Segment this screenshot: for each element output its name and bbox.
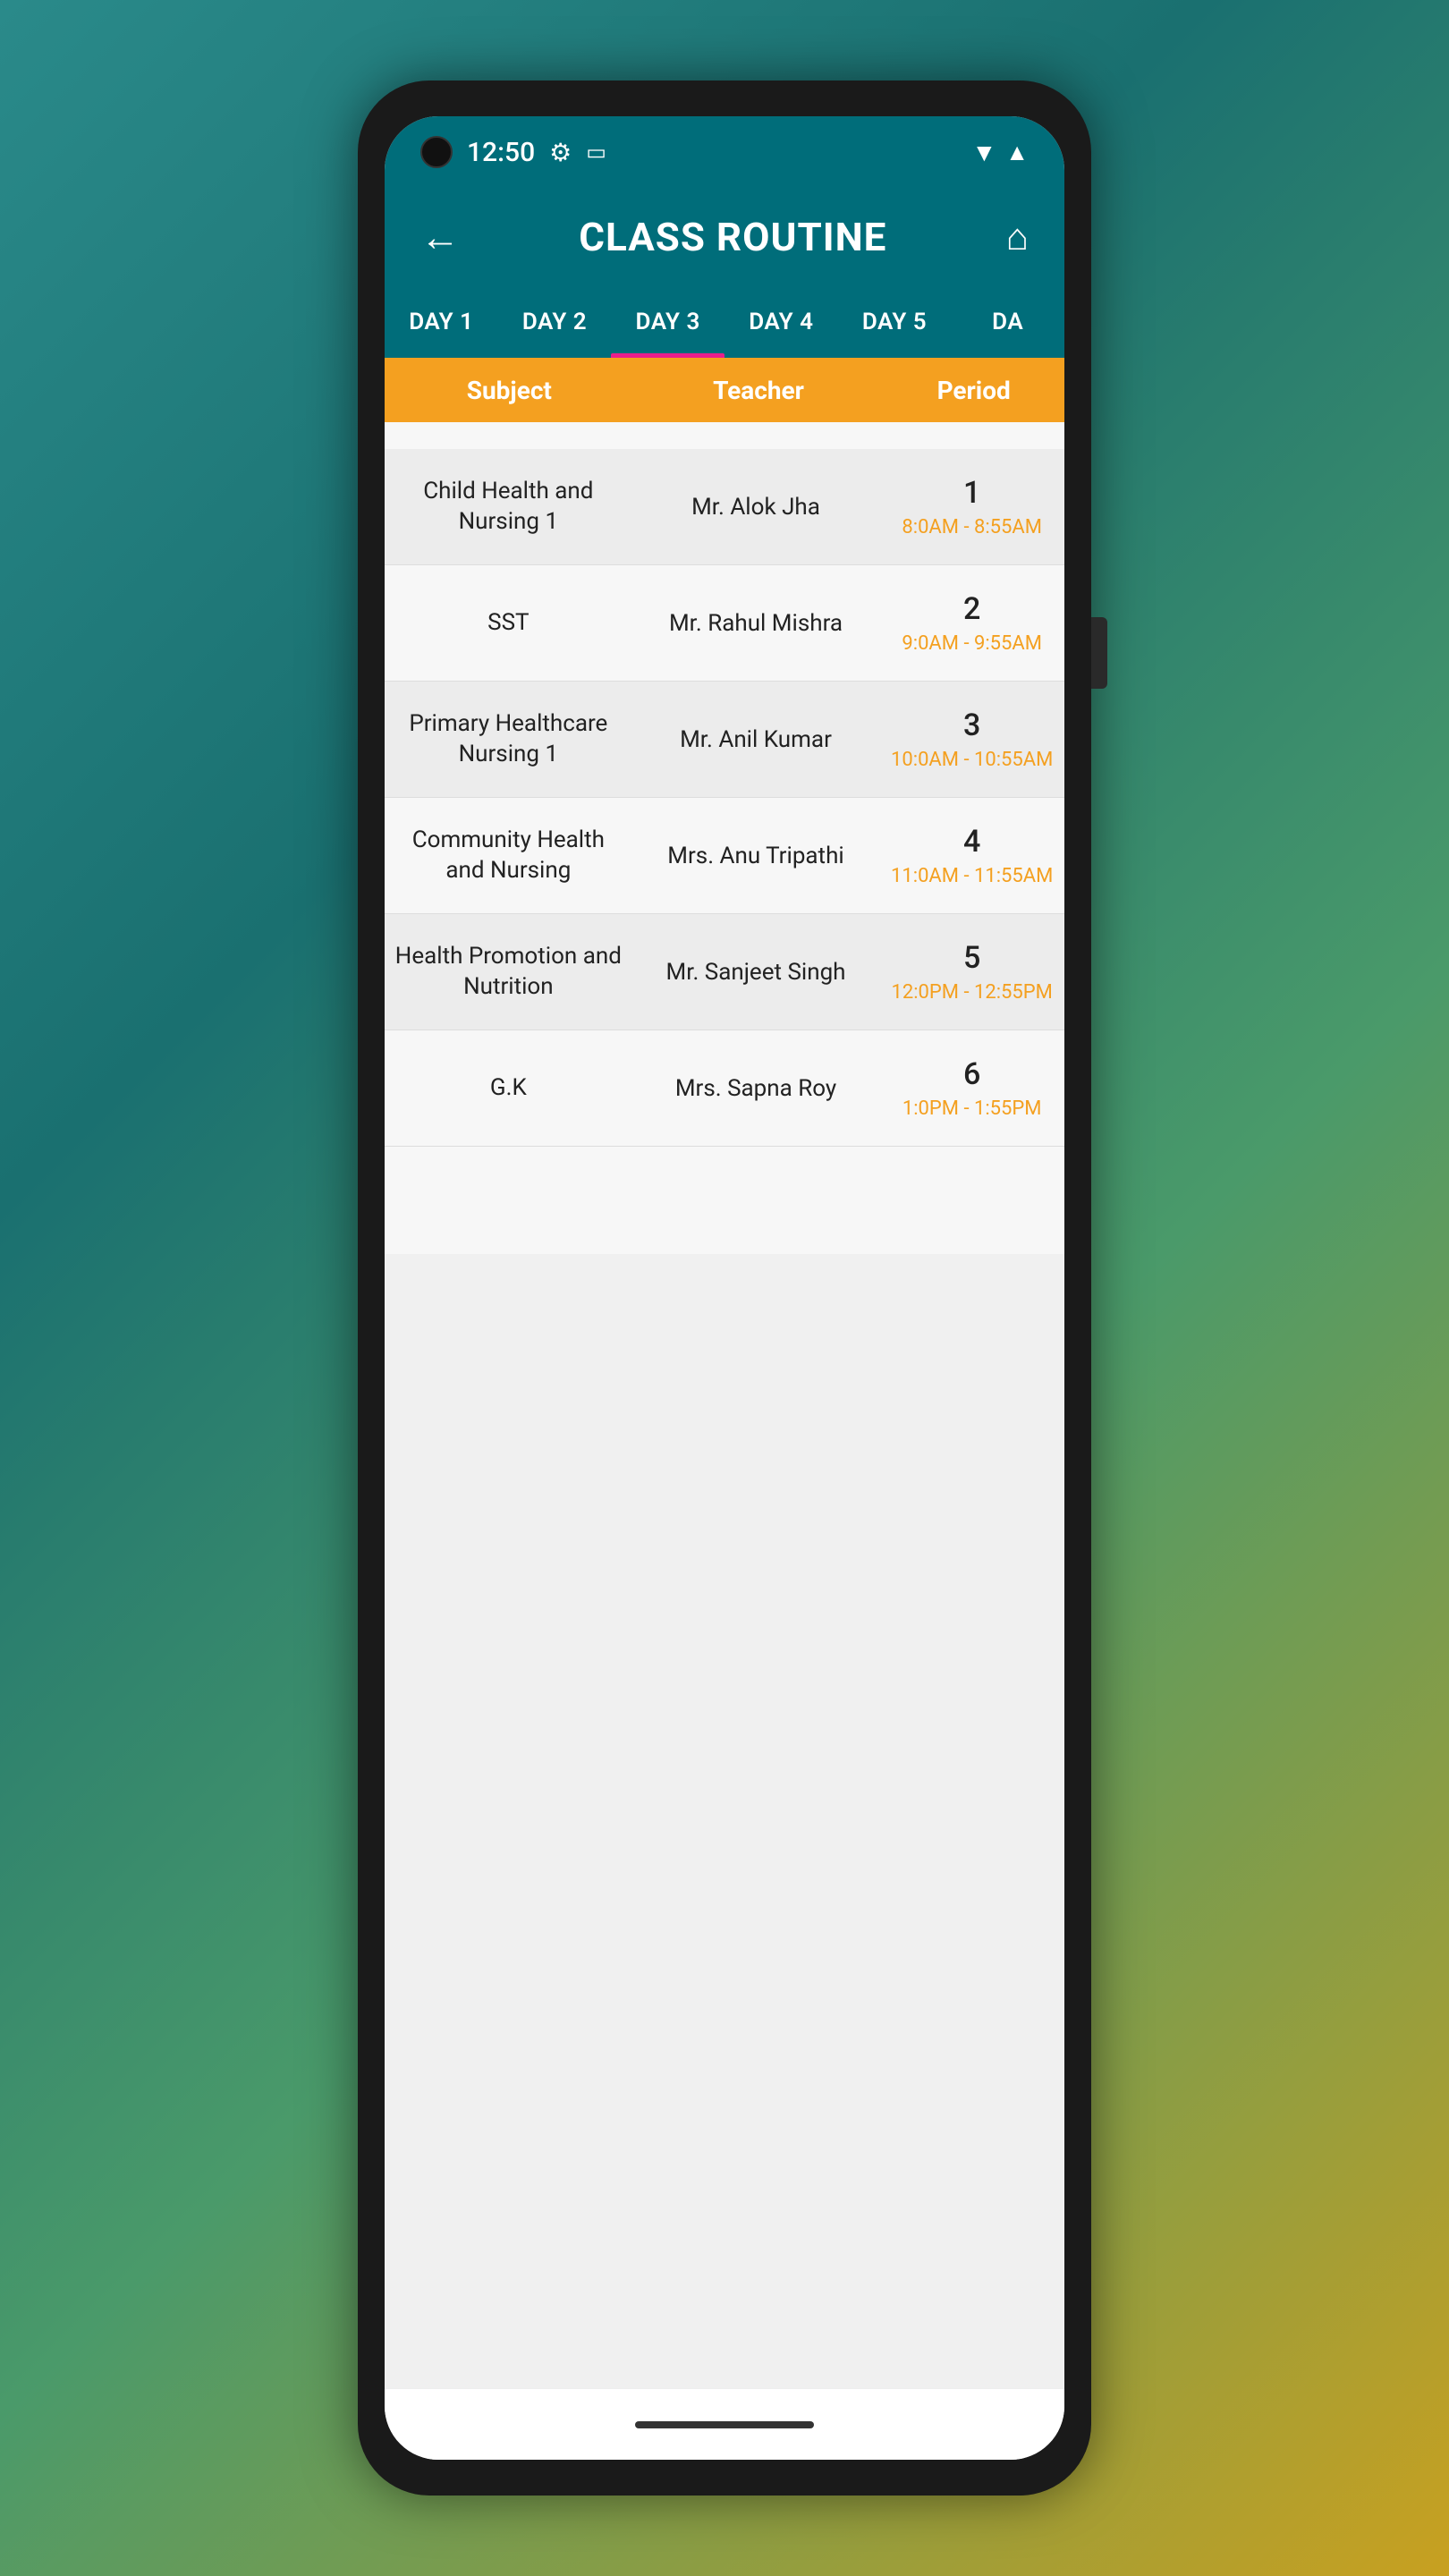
app-header: ← CLASS ROUTINE ⌂ — [385, 188, 1064, 286]
cell-period-2: 2 9:0AM - 9:55AM — [879, 565, 1064, 681]
table-row: SST Mr. Rahul Mishra 2 9:0AM - 9:55AM — [385, 565, 1064, 682]
period-time-6: 1:0PM - 1:55PM — [902, 1097, 1042, 1120]
bottom-spacer — [385, 1147, 1064, 1254]
cell-period-1: 1 8:0AM - 8:55AM — [879, 449, 1064, 564]
page-title: CLASS ROUTINE — [579, 214, 886, 260]
cell-period-3: 3 10:0AM - 10:55AM — [879, 682, 1064, 797]
status-left: 12:50 ⚙ ▭ — [420, 136, 606, 168]
status-time: 12:50 — [467, 137, 535, 168]
phone-screen: 12:50 ⚙ ▭ ▼ ▲ ← CLASS ROUTINE ⌂ DAY 1 DA… — [385, 116, 1064, 2460]
sd-card-icon: ▭ — [586, 140, 606, 165]
period-number-2: 2 — [963, 591, 980, 627]
period-time-2: 9:0AM - 9:55AM — [902, 632, 1042, 655]
period-number-5: 5 — [963, 940, 980, 976]
cell-subject-5: Health Promotion and Nutrition — [385, 914, 632, 1030]
tab-day3[interactable]: DAY 3 — [611, 286, 724, 358]
tab-day4[interactable]: DAY 4 — [724, 286, 838, 358]
wifi-icon: ▼ — [972, 138, 997, 167]
table-row: Primary Healthcare Nursing 1 Mr. Anil Ku… — [385, 682, 1064, 798]
cell-teacher-2: Mr. Rahul Mishra — [632, 565, 880, 681]
bottom-bar — [385, 2388, 1064, 2460]
cell-subject-4: Community Health and Nursing — [385, 798, 632, 913]
period-number-6: 6 — [963, 1056, 980, 1092]
phone-frame: 12:50 ⚙ ▭ ▼ ▲ ← CLASS ROUTINE ⌂ DAY 1 DA… — [358, 80, 1091, 2496]
tab-day1[interactable]: DAY 1 — [385, 286, 498, 358]
period-time-5: 12:0PM - 12:55PM — [891, 981, 1052, 1004]
col-header-period: Period — [883, 376, 1064, 405]
settings-icon: ⚙ — [549, 138, 572, 167]
cell-subject-2: SST — [385, 565, 632, 681]
column-headers: Subject Teacher Period — [385, 358, 1064, 422]
camera-icon — [420, 136, 453, 168]
back-button[interactable]: ← — [420, 217, 460, 257]
period-time-3: 10:0AM - 10:55AM — [891, 749, 1053, 771]
tab-day2[interactable]: DAY 2 — [498, 286, 612, 358]
cell-teacher-3: Mr. Anil Kumar — [632, 682, 880, 797]
day-tabs: DAY 1 DAY 2 DAY 3 DAY 4 DAY 5 DA — [385, 286, 1064, 358]
cell-teacher-4: Mrs. Anu Tripathi — [632, 798, 880, 913]
table-row: Health Promotion and Nutrition Mr. Sanje… — [385, 914, 1064, 1030]
cell-period-4: 4 11:0AM - 11:55AM — [879, 798, 1064, 913]
table-body: Child Health and Nursing 1 Mr. Alok Jha … — [385, 422, 1064, 2388]
table-row: G.K Mrs. Sapna Roy 6 1:0PM - 1:55PM — [385, 1030, 1064, 1147]
period-number-1: 1 — [963, 475, 980, 511]
table-row: Community Health and Nursing Mrs. Anu Tr… — [385, 798, 1064, 914]
home-indicator — [635, 2421, 814, 2428]
signal-icon: ▲ — [1005, 139, 1029, 166]
col-header-teacher: Teacher — [634, 376, 884, 405]
col-header-subject: Subject — [385, 376, 634, 405]
cell-teacher-1: Mr. Alok Jha — [632, 449, 880, 564]
tab-day5[interactable]: DAY 5 — [838, 286, 952, 358]
period-time-4: 11:0AM - 11:55AM — [891, 865, 1053, 887]
spacer — [385, 422, 1064, 449]
table-row: Child Health and Nursing 1 Mr. Alok Jha … — [385, 449, 1064, 565]
tab-day6[interactable]: DA — [951, 286, 1064, 358]
cell-subject-6: G.K — [385, 1030, 632, 1146]
cell-teacher-6: Mrs. Sapna Roy — [632, 1030, 880, 1146]
period-number-3: 3 — [963, 708, 980, 743]
cell-period-5: 5 12:0PM - 12:55PM — [879, 914, 1064, 1030]
cell-teacher-5: Mr. Sanjeet Singh — [632, 914, 880, 1030]
status-icons: ▼ ▲ — [972, 138, 1029, 167]
period-number-4: 4 — [963, 824, 980, 860]
cell-period-6: 6 1:0PM - 1:55PM — [879, 1030, 1064, 1146]
period-time-1: 8:0AM - 8:55AM — [902, 516, 1042, 538]
home-button[interactable]: ⌂ — [1006, 216, 1029, 259]
cell-subject-3: Primary Healthcare Nursing 1 — [385, 682, 632, 797]
cell-subject-1: Child Health and Nursing 1 — [385, 449, 632, 564]
side-button — [1091, 617, 1107, 689]
status-bar: 12:50 ⚙ ▭ ▼ ▲ — [385, 116, 1064, 188]
